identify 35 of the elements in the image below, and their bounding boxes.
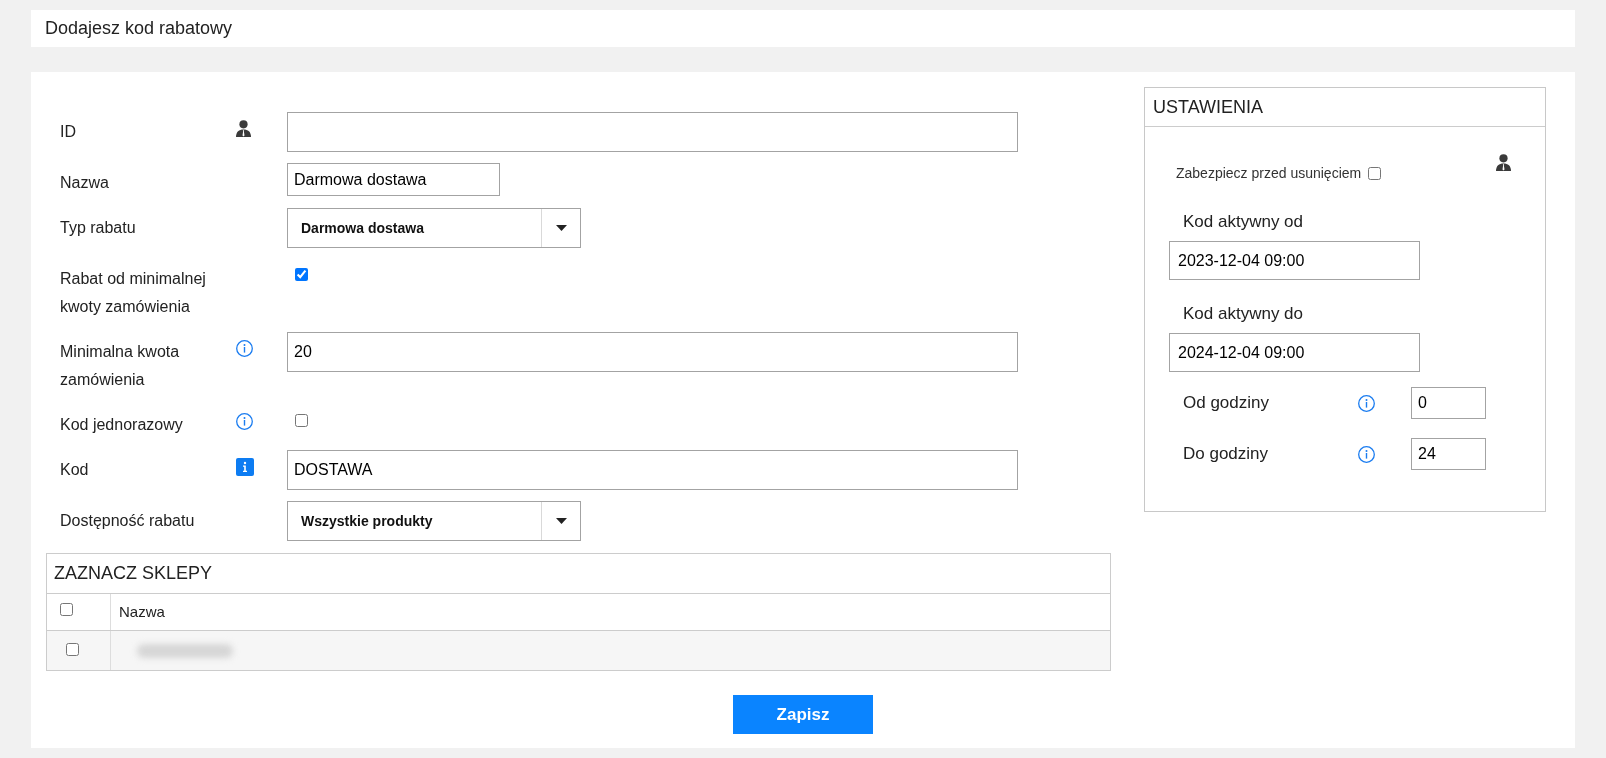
checkbox[interactable] [295,268,308,281]
field-label: Kod [60,460,90,480]
field-label: Rabat od minimalnej kwoty zamówienia [60,269,207,317]
checkbox-label: Zabezpiecz przed usunięciem [1176,164,1362,183]
caret-icon [555,225,567,231]
date-input-field[interactable]: 2024-12-04 09:00 [1169,333,1420,372]
field-label: Kod aktywny do [1182,303,1304,325]
panel-title: USTAWIENIA [1153,95,1263,119]
field-label: ID [60,122,77,142]
table-title: ZAZNACZ SKLEPY [54,562,213,585]
checkbox[interactable] [295,414,308,427]
field-label: Dostępność rabatu [60,511,196,531]
field-label: Do godziny [1183,444,1269,464]
checkbox[interactable] [66,643,79,656]
checkbox[interactable] [1368,166,1382,180]
date-input-field[interactable]: 2023-12-04 09:00 [1169,241,1420,280]
field-label: Minimalna kwota zamówienia [60,342,181,390]
field-label: Kod jednorazowy [60,415,184,435]
dropdown[interactable]: Wszystkie produkty [287,501,581,541]
page-title: Dodajesz kod rabatowy [45,17,233,40]
column-header: Nazwa [119,601,165,622]
caret-icon [555,518,567,524]
field-label: Typ rabatu [60,218,137,238]
field-label: Od godziny [1183,393,1269,413]
checkbox[interactable] [60,603,73,616]
number-input-field[interactable]: 0 [1411,387,1486,419]
input-field[interactable]: DOSTAWA [287,450,1018,490]
field-label: Nazwa [60,173,110,193]
save-button[interactable]: Zapisz [733,695,873,734]
number-input-field[interactable]: 24 [1411,438,1486,470]
input-field[interactable]: 20 [287,332,1018,372]
field-label: Kod aktywny od [1182,211,1304,233]
input-field[interactable]: Darmowa dostawa [287,163,500,196]
input-field[interactable] [287,112,1018,152]
dropdown[interactable]: Darmowa dostawa [287,208,581,248]
